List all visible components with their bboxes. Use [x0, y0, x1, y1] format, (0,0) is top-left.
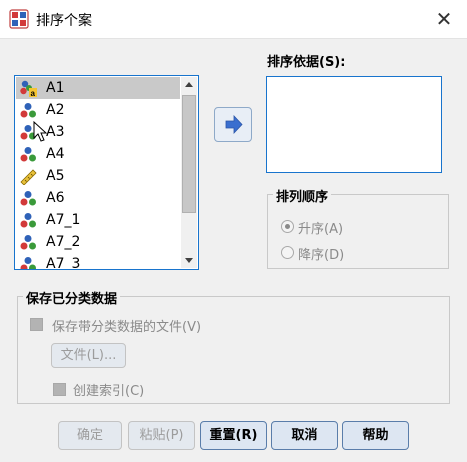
variable-label: A6 — [46, 190, 65, 206]
variable-label: A7_1 — [46, 212, 81, 228]
variable-label: A1 — [46, 80, 65, 96]
descending-label: 降序(D) — [298, 248, 345, 263]
arrow-right-icon — [225, 114, 243, 135]
mouse-cursor-icon — [33, 121, 48, 142]
file-button[interactable]: 文件(L)... — [51, 343, 126, 368]
nominal-icon — [20, 191, 36, 206]
variable-label: A7_2 — [46, 234, 81, 250]
ascending-label: 升序(A) — [298, 222, 344, 237]
variable-label: A4 — [46, 146, 65, 162]
variable-item-a7-1[interactable]: A7_1 — [16, 209, 180, 231]
close-button[interactable]: ✕ — [430, 6, 458, 32]
scroll-down-button[interactable] — [181, 252, 197, 268]
ascending-radio[interactable] — [281, 220, 294, 233]
variable-item-a1[interactable]: a A1 — [16, 77, 180, 99]
reset-button[interactable]: 重置(R) — [200, 421, 267, 450]
triangle-up-icon — [185, 82, 193, 87]
nominal-icon — [20, 235, 36, 250]
create-index-checkbox[interactable] — [53, 383, 66, 396]
variable-item-a2[interactable]: A2 — [16, 99, 180, 121]
nominal-icon — [20, 257, 36, 269]
svg-text:a: a — [31, 89, 36, 97]
variable-item-a6[interactable]: A6 — [16, 187, 180, 209]
save-file-label: 保存带分类数据的文件(V) — [52, 320, 202, 335]
save-sorted-data-legend: 保存已分类数据 — [23, 288, 121, 307]
save-file-checkbox[interactable] — [30, 318, 43, 331]
sort-by-list[interactable] — [266, 76, 442, 173]
move-to-sort-by-button[interactable] — [214, 107, 252, 142]
scroll-thumb[interactable] — [182, 95, 196, 213]
paste-button[interactable]: 粘贴(P) — [128, 421, 195, 450]
variable-item-a5[interactable]: A5 — [16, 165, 180, 187]
nominal-icon — [20, 103, 36, 118]
cancel-button[interactable]: 取消 — [271, 421, 338, 450]
title-bar: 排序个案 ✕ — [0, 0, 467, 38]
help-button[interactable]: 帮助 — [342, 421, 409, 450]
sort-cases-app-icon — [9, 9, 29, 29]
variable-list-scrollbar[interactable] — [181, 77, 197, 268]
variable-item-a7-2[interactable]: A7_2 — [16, 231, 180, 253]
create-index-label: 创建索引(C) — [73, 384, 145, 399]
triangle-down-icon — [185, 258, 193, 263]
nominal-icon — [20, 147, 36, 162]
sort-order-group — [267, 194, 449, 269]
ok-button[interactable]: 确定 — [58, 421, 122, 450]
close-icon: ✕ — [435, 7, 453, 31]
variable-label: A2 — [46, 102, 65, 118]
sort-order-legend: 排列顺序 — [273, 186, 332, 205]
scale-ruler-icon — [20, 169, 37, 185]
variable-item-a7-3[interactable]: A7_3 — [16, 253, 180, 270]
descending-radio[interactable] — [281, 246, 294, 259]
variable-list[interactable]: a A1 A2 A3 A4 A5 A6 A7_1 A7_2 A7_3 — [14, 75, 199, 270]
window-title: 排序个案 — [36, 13, 92, 29]
variable-label: A5 — [46, 168, 65, 184]
variable-item-a4[interactable]: A4 — [16, 143, 180, 165]
variable-label: A7_3 — [46, 256, 81, 270]
sort-by-label: 排序依据(S): — [267, 55, 346, 70]
nominal-icon — [20, 213, 36, 228]
nominal-string-icon: a — [20, 80, 37, 97]
scroll-up-button[interactable] — [181, 77, 197, 93]
